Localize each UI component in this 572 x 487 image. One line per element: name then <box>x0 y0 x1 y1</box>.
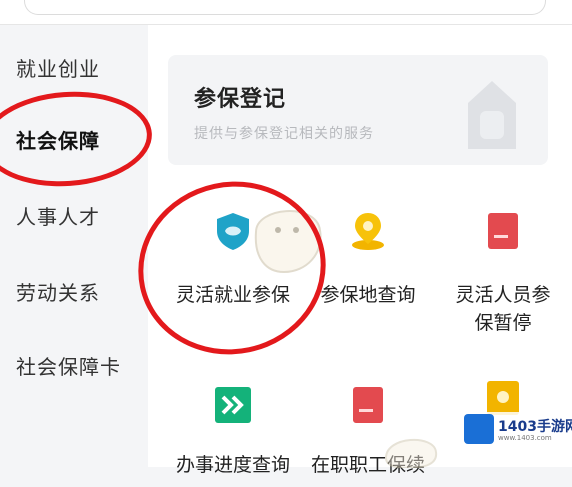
service-label: 参保地查询 <box>320 284 416 306</box>
watermark-text: 1403手游网 <box>498 419 572 435</box>
sidebar: 就业创业 社会保障 人事人才 劳动关系 社会保障卡 <box>0 25 148 467</box>
location-pin-icon <box>352 213 384 250</box>
category-banner: 参保登记 提供与参保登记相关的服务 <box>168 55 548 165</box>
ghost-watermark-icon <box>384 439 438 468</box>
sidebar-item-social-security[interactable]: 社会保障 <box>16 125 100 154</box>
house-illustration-icon <box>468 81 516 149</box>
double-chevron-icon <box>215 387 251 423</box>
top-strip <box>0 0 572 25</box>
service-label: 灵活人员参保暂停 <box>455 284 551 334</box>
sidebar-item-ss-card[interactable]: 社会保障卡 <box>16 351 121 380</box>
sidebar-item-personnel[interactable]: 人事人才 <box>16 201 100 230</box>
service-flexible-suspend[interactable]: 灵活人员参保暂停 <box>428 203 572 343</box>
service-label: 灵活就业参保 <box>175 284 290 306</box>
ghost-watermark-icon <box>254 210 322 274</box>
watermark-logo-icon <box>464 414 494 444</box>
document-red-icon <box>488 213 518 249</box>
site-watermark: 1403手游网 www.1403.com <box>462 412 572 450</box>
watermark-url: www.1403.com <box>498 434 552 442</box>
document-red-icon <box>353 387 383 423</box>
main-panel: 参保登记 提供与参保登记相关的服务 灵活就业参保 参保地查询 灵活人员参保暂停 <box>148 25 572 476</box>
banner-title: 参保登记 <box>194 87 287 112</box>
top-search-bar[interactable] <box>24 0 546 15</box>
sidebar-item-employment[interactable]: 就业创业 <box>16 53 100 82</box>
sidebar-item-labor-relations[interactable]: 劳动关系 <box>16 277 100 306</box>
service-progress-query[interactable]: 办事进度查询 <box>158 377 308 487</box>
banner-subtitle: 提供与参保登记相关的服务 <box>194 126 374 142</box>
service-label: 办事进度查询 <box>175 454 290 476</box>
